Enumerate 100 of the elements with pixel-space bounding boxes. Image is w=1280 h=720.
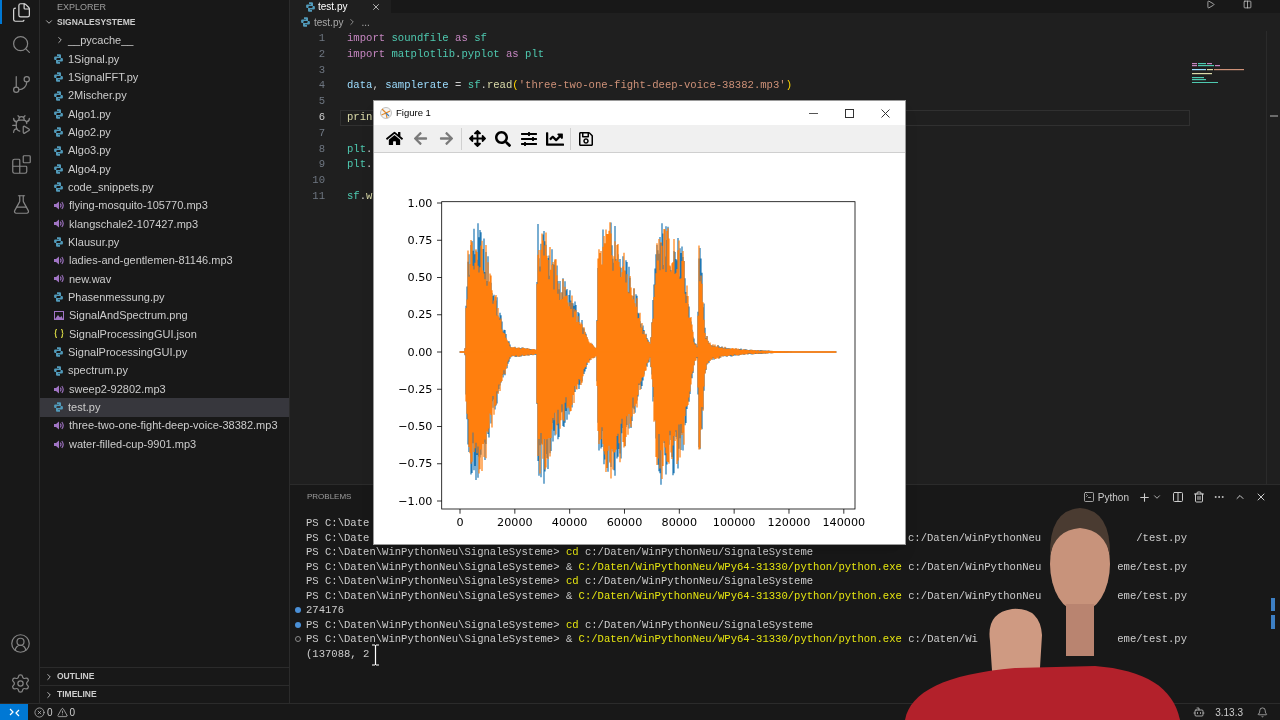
tick-label: −1.00 <box>398 494 433 508</box>
file-item[interactable]: sweep2-92802.mp3 <box>40 379 289 399</box>
python-file-icon <box>54 402 63 413</box>
tick-label: 0.75 <box>407 233 433 247</box>
file-item[interactable]: klangschale2-107427.mp3 <box>40 214 289 234</box>
python-file-icon <box>54 127 63 138</box>
notifications-button[interactable] <box>1257 706 1268 718</box>
terminal-line: eme/test.py <box>1117 559 1187 574</box>
terminal-line: eme/test.py <box>1117 588 1187 603</box>
file-item[interactable]: 1Signal.py <box>40 49 289 68</box>
split-editor-button[interactable] <box>1243 0 1252 9</box>
folder-item[interactable]: __pycache__ <box>40 31 289 50</box>
trash-icon <box>1193 491 1205 503</box>
new-terminal-button[interactable] <box>1137 490 1151 504</box>
file-item[interactable]: SignalProcessingGUI.py <box>40 343 289 362</box>
python-file-icon <box>54 108 63 119</box>
file-item[interactable]: test.py <box>40 398 289 417</box>
chevrons-icon <box>8 707 20 717</box>
run-button[interactable] <box>1206 0 1215 9</box>
text-cursor-icon <box>371 644 380 666</box>
breadcrumb-item[interactable]: ... <box>361 14 370 30</box>
terminal-icon <box>1082 491 1095 503</box>
plus-icon <box>1137 490 1151 504</box>
split-terminal-button[interactable] <box>1171 491 1185 503</box>
terminal-line: /test.py <box>1136 530 1187 545</box>
file-item[interactable]: 2Mischer.py <box>40 86 289 105</box>
terminal-line: PS C:\Date <box>306 530 370 545</box>
breadcrumb-item[interactable]: test.py <box>314 14 344 30</box>
folder-header[interactable]: SIGNALESYSTEME <box>40 13 289 32</box>
tick-label: 120000 <box>767 516 811 529</box>
speaker-icon <box>54 274 64 284</box>
left-arrow-icon <box>412 131 428 146</box>
tick-label: 60000 <box>606 516 643 529</box>
file-item[interactable]: new.wav <box>40 269 289 289</box>
assistant-button[interactable] <box>1193 706 1206 718</box>
tick-label: −0.75 <box>398 457 433 471</box>
file-item[interactable]: spectrum.py <box>40 361 289 380</box>
code-line: import soundfile as sf <box>347 32 487 46</box>
settings-icon <box>9 672 31 694</box>
close-icon <box>1255 491 1267 503</box>
terminal-line: eme/test.py <box>1117 632 1187 647</box>
tick-label: 0.50 <box>407 271 433 284</box>
code-line: data, samplerate = sf.read('three-two-one-fight-deep-voice-38382.mp3') <box>347 79 793 94</box>
tick-label: 80000 <box>661 516 698 529</box>
minimap-drawing <box>1192 63 1246 83</box>
chevron-right-icon <box>44 671 54 682</box>
editor-tab[interactable]: test.py <box>290 0 392 13</box>
file-item[interactable]: 1SignalFFT.py <box>40 68 289 87</box>
python-file-icon <box>54 292 63 303</box>
file-item[interactable]: Klausur.py <box>40 233 289 252</box>
file-item[interactable]: Algo3.py <box>40 141 289 160</box>
terminal-dropdown-button[interactable] <box>1151 492 1163 502</box>
columns-icon <box>1243 0 1252 9</box>
terminal-line: 274176 <box>306 603 345 618</box>
kill-terminal-button[interactable] <box>1192 491 1206 503</box>
section-header[interactable]: OUTLINE <box>40 667 289 685</box>
blocks-icon <box>10 153 32 175</box>
terminal-line: (137088, 2 <box>306 646 370 661</box>
file-item[interactable]: Phasenmessung.py <box>40 288 289 307</box>
tick-label: −0.50 <box>398 420 433 433</box>
speaker-icon <box>54 439 64 449</box>
file-item[interactable]: SignalProcessingGUI.json <box>40 324 289 344</box>
tick-label: 40000 <box>551 516 588 529</box>
code-line: prin <box>347 111 373 125</box>
chevron-right-icon <box>44 689 54 700</box>
remote-button[interactable] <box>0 704 28 720</box>
panel-tab[interactable]: PROBLEMS <box>307 490 352 504</box>
scrollbar-marker <box>1269 115 1278 117</box>
tick-label: −0.25 <box>398 382 433 396</box>
terminal-line: c:/Daten/WinPythonNeu <box>908 530 1042 545</box>
file-item[interactable]: water-filled-cup-9901.mp3 <box>40 434 289 454</box>
maximize-icon <box>844 108 854 118</box>
scrollbar-marker <box>1271 615 1275 629</box>
code-line: plt. <box>347 142 373 157</box>
python-file-icon <box>54 53 63 64</box>
terminal-selector[interactable]: Python <box>1082 489 1129 505</box>
file-item[interactable]: three-two-one-fight-deep-voice-38382.mp3 <box>40 416 289 435</box>
line-number: 2 <box>317 47 325 62</box>
python-file-icon <box>54 163 63 174</box>
terminal-line: PS C:\Daten\WinPythonNeu\SignaleSysteme> & C:/Daten/WinPythonNeu/WPy64-31330/python/python.exe c:/Daten/WinPythonNeu <box>306 588 1042 603</box>
line-number: 9 <box>317 158 325 173</box>
tick-label: 0.00 <box>407 345 433 359</box>
right-arrow-icon <box>438 131 454 146</box>
image-file-icon <box>54 311 64 321</box>
file-item[interactable]: Algo2.py <box>40 123 289 142</box>
line-number: 11 <box>311 189 325 204</box>
file-item[interactable]: Algo1.py <box>40 104 289 123</box>
file-item[interactable]: SignalAndSpectrum.png <box>40 306 289 325</box>
error-icon <box>34 706 45 718</box>
file-item[interactable]: ladies-and-gentlemen-81146.mp3 <box>40 251 289 270</box>
tick-label: 100000 <box>712 516 756 529</box>
python-file-icon <box>54 90 63 101</box>
file-item[interactable]: Algo4.py <box>40 159 289 179</box>
line-number: 10 <box>311 174 325 188</box>
branch-icon <box>10 73 32 95</box>
python-version-button[interactable]: 3.13.3 <box>1215 704 1243 720</box>
file-item[interactable]: code_snippets.py <box>40 178 289 197</box>
python-file-icon <box>54 145 63 156</box>
problems-button[interactable]: 0 0 <box>34 704 76 720</box>
file-item[interactable]: flying-mosquito-105770.mp3 <box>40 196 289 215</box>
